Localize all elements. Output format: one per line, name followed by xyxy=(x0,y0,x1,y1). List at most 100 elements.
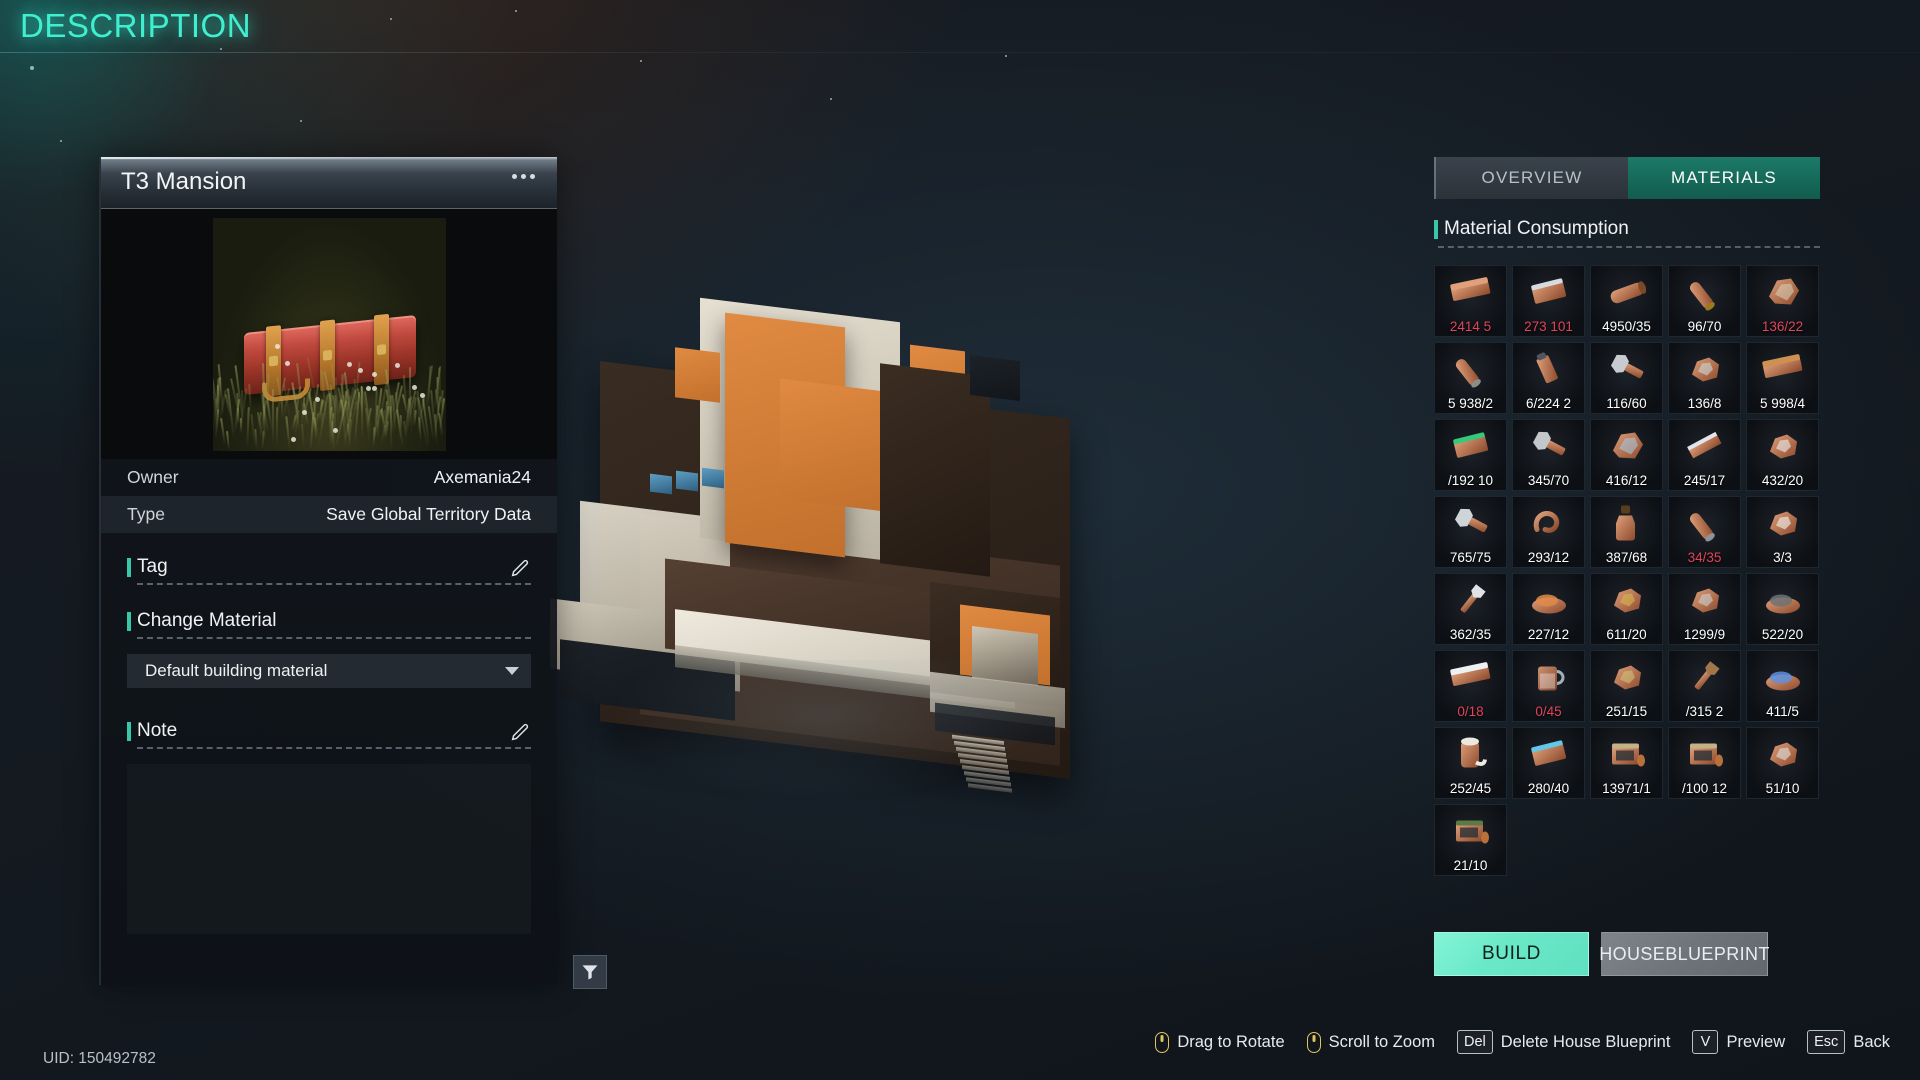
ellipsis-icon[interactable] xyxy=(512,174,535,179)
key-del: Del xyxy=(1457,1030,1493,1054)
material-quantity: 0/45 xyxy=(1513,704,1584,719)
material-quantity: /192 10 xyxy=(1435,473,1506,488)
item-thumbnail xyxy=(101,209,557,459)
material-cell[interactable]: 96/70 xyxy=(1668,265,1741,337)
material-cell[interactable]: 4950/35 xyxy=(1590,265,1663,337)
blueprint-line-2: BLUEPRINT xyxy=(1665,945,1770,964)
hint-label: Back xyxy=(1853,1033,1890,1052)
section-accent-bar xyxy=(127,722,131,741)
tag-label: Tag xyxy=(137,556,168,578)
ammo-crate-icon xyxy=(1449,810,1493,859)
material-cell[interactable]: 273 101 xyxy=(1512,265,1585,337)
building-block xyxy=(702,468,724,489)
tab-overview[interactable]: OVERVIEW xyxy=(1434,157,1628,199)
material-cell[interactable]: 251/15 xyxy=(1590,650,1663,722)
material-cell[interactable]: 5 998/4 xyxy=(1746,342,1819,414)
material-cell[interactable]: 227/12 xyxy=(1512,573,1585,645)
material-cell[interactable]: /315 2 xyxy=(1668,650,1741,722)
brass-rod-icon xyxy=(1683,271,1727,320)
material-cell[interactable]: 293/12 xyxy=(1512,496,1585,568)
material-quantity: 252/45 xyxy=(1435,781,1506,796)
pencil-icon[interactable] xyxy=(509,722,531,744)
tag-section: Tag xyxy=(127,556,531,578)
ore-crystal-icon xyxy=(1683,348,1727,397)
material-cell[interactable]: 765/75 xyxy=(1434,496,1507,568)
material-cell[interactable]: 252/45 xyxy=(1434,727,1507,799)
pistol-ammo-box-icon xyxy=(1683,733,1727,782)
material-quantity: 5 938/2 xyxy=(1435,396,1506,411)
metal-ingot-icon xyxy=(1449,656,1493,705)
dashed-rule xyxy=(1438,246,1820,248)
bandage-roll-icon xyxy=(1449,733,1493,782)
material-cell[interactable]: 432/20 xyxy=(1746,419,1819,491)
material-cell[interactable]: 1299/9 xyxy=(1668,573,1741,645)
info-value: Axemania24 xyxy=(434,467,531,488)
cobalt-crystal-icon xyxy=(1761,656,1805,705)
note-input[interactable] xyxy=(127,764,531,934)
hint-bar: Drag to Rotate Scroll to Zoom Del Delete Ho… xyxy=(1155,1030,1890,1054)
panel-title: T3 Mansion xyxy=(121,168,246,196)
material-cell[interactable]: 136/22 xyxy=(1746,265,1819,337)
material-quantity: 21/10 xyxy=(1435,858,1506,873)
cloth-fabric-icon xyxy=(1761,271,1805,320)
building-3d-viewport[interactable] xyxy=(580,330,1300,990)
material-cell[interactable]: 51/10 xyxy=(1746,727,1819,799)
hint-label: Preview xyxy=(1726,1033,1785,1052)
material-cell[interactable]: 6/224 2 xyxy=(1512,342,1585,414)
material-select[interactable]: Default building material xyxy=(127,654,531,688)
material-quantity: 136/22 xyxy=(1747,319,1818,334)
filter-funnel-icon[interactable] xyxy=(573,955,607,989)
steel-plate-icon xyxy=(1527,271,1571,320)
material-quantity: 387/68 xyxy=(1591,550,1662,565)
material-cell[interactable]: 21/10 xyxy=(1434,804,1507,876)
info-row-type: Type Save Global Territory Data xyxy=(101,496,557,533)
house-blueprint-button[interactable]: HOUSE BLUEPRINT xyxy=(1601,932,1768,976)
material-cell[interactable]: 3/3 xyxy=(1746,496,1819,568)
chemical-bottle-icon xyxy=(1605,502,1649,551)
material-quantity: 245/17 xyxy=(1669,473,1740,488)
material-cell[interactable]: /192 10 xyxy=(1434,419,1507,491)
material-quantity: 273 101 xyxy=(1513,319,1584,334)
material-quantity: 411/5 xyxy=(1747,704,1818,719)
section-accent-bar xyxy=(1434,220,1438,239)
building-block xyxy=(650,474,672,495)
material-cell[interactable]: 387/68 xyxy=(1590,496,1663,568)
hint-label: Delete House Blueprint xyxy=(1501,1033,1671,1052)
material-cell[interactable]: 245/17 xyxy=(1668,419,1741,491)
material-quantity: 116/60 xyxy=(1591,396,1662,411)
tab-materials[interactable]: MATERIALS xyxy=(1628,157,1820,199)
material-cell[interactable]: 280/40 xyxy=(1512,727,1585,799)
material-cell[interactable]: 2414 5 xyxy=(1434,265,1507,337)
material-cell[interactable]: 34/35 xyxy=(1668,496,1741,568)
material-cell[interactable]: /100 12 xyxy=(1668,727,1741,799)
silver-scrap-icon xyxy=(1761,425,1805,474)
material-quantity: 4950/35 xyxy=(1591,319,1662,334)
info-key: Type xyxy=(127,504,165,525)
key-v: V xyxy=(1692,1030,1718,1054)
material-cell[interactable]: 136/8 xyxy=(1668,342,1741,414)
material-quantity: 362/35 xyxy=(1435,627,1506,642)
build-button[interactable]: BUILD xyxy=(1434,932,1589,976)
material-cell[interactable]: 345/70 xyxy=(1512,419,1585,491)
material-cell[interactable]: 5 938/2 xyxy=(1434,342,1507,414)
material-cell[interactable]: 13971/1 xyxy=(1590,727,1663,799)
hint-item: Scroll to Zoom xyxy=(1307,1032,1435,1053)
material-select-value: Default building material xyxy=(145,661,327,681)
material-cell[interactable]: 0/45 xyxy=(1512,650,1585,722)
material-cell[interactable]: 411/5 xyxy=(1746,650,1819,722)
material-cell[interactable]: 116/60 xyxy=(1590,342,1663,414)
material-cell[interactable]: 611/20 xyxy=(1590,573,1663,645)
info-key: Owner xyxy=(127,467,179,488)
gold-ore-icon xyxy=(1605,579,1649,628)
material-cell[interactable]: 362/35 xyxy=(1434,573,1507,645)
material-quantity: 5 998/4 xyxy=(1747,396,1818,411)
material-cell[interactable]: 522/20 xyxy=(1746,573,1819,645)
note-section: Note xyxy=(127,720,531,742)
hinge-bracket-icon xyxy=(1449,502,1493,551)
pencil-icon[interactable] xyxy=(509,558,531,580)
material-cell[interactable]: 0/18 xyxy=(1434,650,1507,722)
material-cell[interactable]: 416/12 xyxy=(1590,419,1663,491)
action-buttons: BUILD HOUSE BLUEPRINT xyxy=(1434,932,1768,976)
stone-pebbles-icon xyxy=(1761,733,1805,782)
hint-label: Drag to Rotate xyxy=(1177,1033,1284,1052)
